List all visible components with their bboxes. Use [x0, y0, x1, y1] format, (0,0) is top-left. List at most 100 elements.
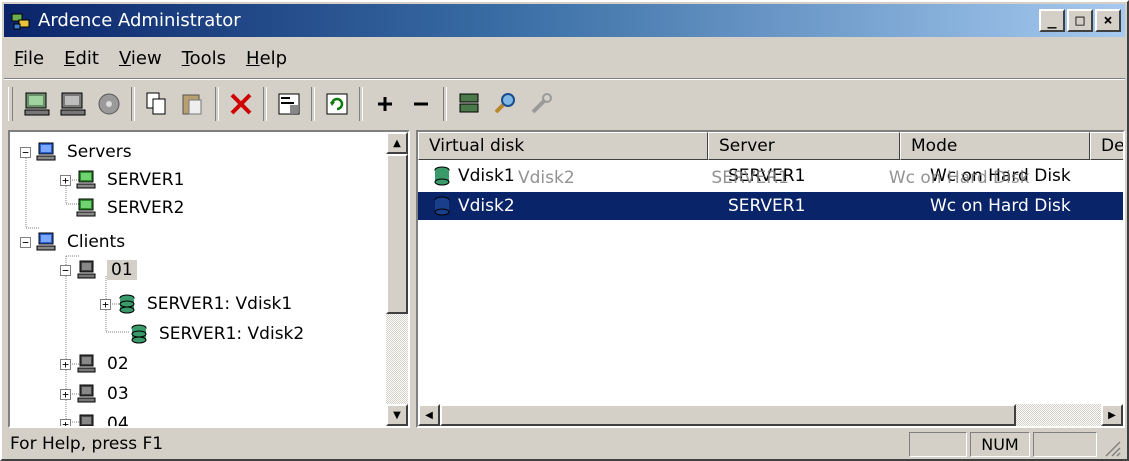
servers-icon	[36, 142, 56, 161]
refresh-icon	[326, 93, 348, 115]
toolbar-grip[interactable]	[8, 87, 13, 121]
arrow-up-icon: ▲	[393, 137, 401, 149]
status-help-text: For Help, press F1	[10, 434, 164, 454]
ghost-server: SERVER1	[711, 168, 789, 188]
toolbar-separator	[263, 87, 267, 121]
disk-list-view[interactable]: Virtual disk Server Mode De Vdisk1 SERVE…	[416, 130, 1125, 428]
menu-edit[interactable]: Edit	[54, 48, 109, 69]
paste-icon	[182, 94, 202, 115]
tree-view[interactable]: − Servers + SERVER1 SERVER2 − Clients −	[8, 130, 410, 428]
delete-button[interactable]	[223, 86, 259, 122]
table-row-selected[interactable]: Vdisk2 SERVER1 Wc on Hard Disk	[418, 192, 1123, 220]
add-client-button[interactable]	[55, 86, 91, 122]
maximize-button[interactable]: □	[1067, 9, 1093, 32]
disk-button[interactable]	[91, 86, 127, 122]
tree-label: SERVER1: Vdisk1	[147, 294, 293, 314]
cell-server: SERVER1	[728, 196, 806, 216]
tree-node-server1[interactable]: + SERVER1	[60, 166, 184, 194]
app-icon	[11, 13, 30, 29]
paste-button[interactable]	[175, 86, 211, 122]
tree-node-client-04[interactable]: + 04	[60, 410, 129, 426]
tools-icon	[531, 93, 552, 114]
expand-icon[interactable]: +	[100, 298, 111, 310]
server-disk-icon	[459, 93, 479, 113]
tree-vertical-scrollbar[interactable]: ▲ ▼	[386, 132, 408, 426]
search-button[interactable]	[487, 86, 523, 122]
expand-icon[interactable]: +	[60, 174, 71, 186]
copy-icon	[146, 92, 166, 115]
server-disk-button[interactable]	[451, 86, 487, 122]
maximize-icon: □	[1075, 11, 1085, 29]
minus-icon	[414, 102, 428, 106]
ghost-disk: Vdisk2	[518, 168, 575, 188]
collapse-icon[interactable]: −	[20, 236, 31, 248]
refresh-button[interactable]	[319, 86, 355, 122]
arrow-left-icon: ◀	[425, 409, 433, 421]
toolbar-separator	[215, 87, 219, 121]
tree-label: 02	[107, 354, 129, 374]
column-virtual-disk[interactable]: Virtual disk	[418, 132, 708, 160]
tree-label: SERVER2	[107, 198, 185, 218]
tree-node-vdisk2[interactable]: SERVER1: Vdisk2	[127, 320, 304, 348]
drag-ghost: Vdisk2 SERVER1 Wc on Hard Disk	[518, 168, 1030, 188]
expand-icon[interactable]: +	[60, 418, 71, 426]
tree-node-servers[interactable]: − Servers	[20, 138, 132, 166]
tools-button[interactable]	[523, 86, 559, 122]
collapse-icon[interactable]: −	[20, 146, 31, 158]
server-icon	[76, 170, 96, 189]
vdisk-icon	[434, 166, 450, 186]
tree-node-vdisk1[interactable]: + SERVER1: Vdisk1	[100, 290, 292, 318]
tree-label: 01	[107, 260, 137, 280]
title-bar[interactable]: Ardence Administrator _ □ ×	[4, 4, 1125, 37]
menu-help[interactable]: Help	[236, 48, 297, 69]
add-server-button[interactable]	[19, 86, 55, 122]
add-client-icon	[60, 92, 86, 116]
close-icon: ×	[1103, 11, 1113, 29]
tree-node-client-01[interactable]: − 01	[60, 256, 137, 284]
list-horizontal-scrollbar[interactable]: ◀ ▶	[418, 404, 1123, 426]
scroll-thumb[interactable]	[440, 404, 1016, 426]
resize-grip-icon[interactable]	[1103, 439, 1121, 457]
vdisk-icon	[434, 196, 450, 216]
tree-node-client-03[interactable]: + 03	[60, 380, 129, 408]
scroll-left-button[interactable]: ◀	[418, 404, 440, 426]
minimize-button[interactable]: _	[1039, 9, 1065, 32]
close-button[interactable]: ×	[1095, 9, 1121, 32]
disk-icon	[98, 93, 120, 115]
scroll-thumb[interactable]	[386, 154, 408, 314]
minus-button[interactable]	[403, 86, 439, 122]
column-description[interactable]: De	[1090, 132, 1123, 160]
client-icon	[77, 260, 96, 279]
client-icon	[77, 384, 96, 403]
menu-tools[interactable]: Tools	[172, 48, 236, 69]
expand-icon[interactable]: +	[60, 388, 71, 400]
column-mode[interactable]: Mode	[900, 132, 1090, 160]
menu-file[interactable]: File	[4, 48, 54, 69]
tree-node-clients[interactable]: − Clients	[20, 228, 125, 256]
scroll-up-button[interactable]: ▲	[386, 132, 408, 154]
add-server-icon	[24, 92, 50, 116]
arrow-right-icon: ▶	[1108, 409, 1116, 421]
search-icon	[494, 93, 515, 114]
scroll-right-button[interactable]: ▶	[1101, 404, 1123, 426]
properties-button[interactable]	[271, 86, 307, 122]
menu-divider	[4, 78, 1125, 80]
arrow-down-icon: ▼	[393, 409, 401, 421]
toolbar-separator	[131, 87, 135, 121]
menu-view[interactable]: View	[109, 48, 172, 69]
scroll-down-button[interactable]: ▼	[386, 404, 408, 426]
toolbar-separator	[359, 87, 363, 121]
ghost-mode: Wc on Hard Disk	[888, 168, 1030, 188]
column-server[interactable]: Server	[708, 132, 900, 160]
server-icon	[76, 198, 96, 217]
app-window: Ardence Administrator _ □ × File Edit Vi…	[0, 0, 1129, 461]
expand-icon[interactable]: +	[60, 358, 71, 370]
status-pane-scroll	[1033, 432, 1097, 457]
tree-node-server2[interactable]: SERVER2	[75, 194, 184, 222]
minimize-icon: _	[1047, 11, 1057, 29]
clients-icon	[36, 232, 56, 251]
tree-node-client-02[interactable]: + 02	[60, 350, 129, 378]
copy-button[interactable]	[139, 86, 175, 122]
plus-button[interactable]	[367, 86, 403, 122]
collapse-icon[interactable]: −	[60, 264, 71, 276]
